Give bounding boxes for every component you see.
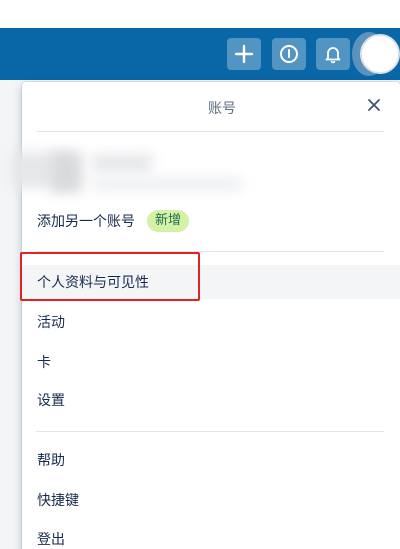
menu-item-label: 设置 [37, 393, 65, 409]
menu-item-shortcuts[interactable]: 快捷键 [22, 483, 400, 517]
annotation-highlight-box [20, 252, 200, 301]
info-icon [280, 45, 298, 63]
menu-item-activity[interactable]: 活动 [22, 305, 400, 339]
plus-icon [234, 44, 254, 64]
menu-item-label: 帮助 [37, 453, 65, 469]
add-account-item[interactable]: 添加另一个账号 新增 [22, 204, 400, 238]
close-icon [368, 99, 380, 111]
bell-icon [325, 47, 341, 64]
divider [36, 131, 384, 132]
redacted-email [92, 178, 242, 190]
add-account-label: 添加另一个账号 [37, 214, 135, 230]
menu-item-logout[interactable]: 登出 [22, 522, 400, 549]
notifications-button[interactable] [316, 38, 350, 70]
create-button[interactable] [227, 38, 261, 70]
info-button[interactable] [272, 38, 306, 70]
divider [36, 431, 384, 432]
screen: 账号 添加另一个账号 新增 个人资料与可见性 活动 卡 设置 帮助 快捷键 登出 [0, 0, 400, 549]
new-badge: 新增 [147, 210, 190, 232]
panel-title: 账号 [208, 101, 236, 117]
menu-item-help[interactable]: 帮助 [22, 443, 400, 477]
menu-item-cards[interactable]: 卡 [22, 345, 400, 379]
menu-item-label: 登出 [37, 532, 65, 548]
menu-item-label: 活动 [37, 315, 65, 331]
menu-item-label: 快捷键 [37, 493, 79, 509]
menu-item-label: 卡 [37, 355, 51, 371]
avatar[interactable] [360, 34, 400, 74]
menu-item-settings[interactable]: 设置 [22, 383, 400, 417]
top-strip [0, 0, 400, 28]
header-bar [0, 28, 400, 80]
close-button[interactable] [363, 94, 385, 116]
redacted-name [92, 154, 152, 172]
account-menu-panel: 账号 添加另一个账号 新增 个人资料与可见性 活动 卡 设置 帮助 快捷键 登出 [12, 82, 400, 549]
redacted-avatar-detail [52, 152, 82, 192]
